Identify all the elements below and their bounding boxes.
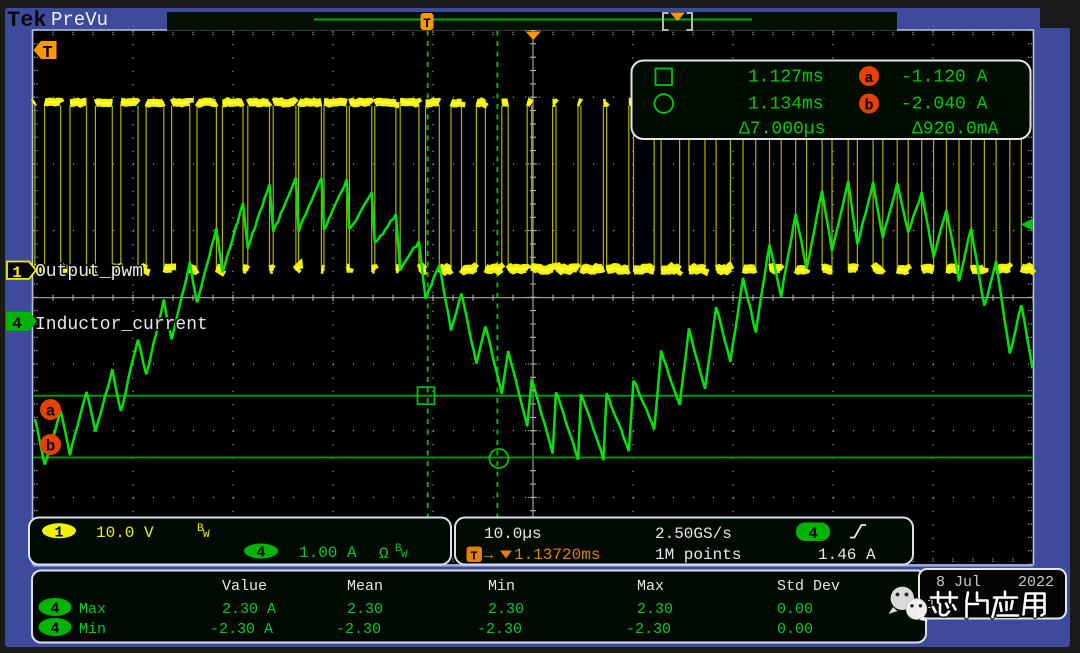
svg-text:Std Dev: Std Dev — [777, 578, 840, 595]
svg-text:Max: Max — [637, 578, 664, 595]
svg-text:1.46 A: 1.46 A — [818, 546, 876, 564]
svg-text:4: 4 — [50, 601, 59, 618]
svg-text:Mean: Mean — [347, 578, 383, 595]
svg-text:4: 4 — [12, 315, 22, 333]
svg-text:0.00: 0.00 — [777, 601, 813, 618]
svg-text:4: 4 — [256, 545, 265, 562]
svg-text:a: a — [46, 403, 56, 421]
svg-text:Output_pwm: Output_pwm — [35, 262, 143, 282]
svg-text:Δ7.000µs: Δ7.000µs — [739, 120, 825, 140]
svg-text:T: T — [470, 550, 477, 564]
svg-text:2.30: 2.30 — [347, 601, 383, 618]
svg-text:-1.120 A: -1.120 A — [901, 68, 988, 88]
svg-text:8 Jul: 8 Jul — [936, 574, 981, 591]
svg-text:1.00 A: 1.00 A — [299, 544, 357, 562]
svg-text:Min: Min — [488, 578, 515, 595]
svg-text:1.134ms: 1.134ms — [748, 95, 824, 115]
svg-text:0.00: 0.00 — [777, 621, 813, 638]
svg-text:1: 1 — [54, 525, 63, 542]
svg-text:→: → — [484, 547, 493, 564]
svg-text:Inductor_current: Inductor_current — [35, 315, 208, 335]
svg-text:1.127ms: 1.127ms — [748, 68, 824, 88]
svg-text:Min: Min — [79, 621, 106, 638]
svg-text:Tek: Tek — [7, 8, 47, 33]
svg-text:2.30 A: 2.30 A — [222, 601, 276, 618]
svg-text:1.13720ms: 1.13720ms — [514, 546, 600, 564]
svg-text:4: 4 — [808, 525, 818, 543]
svg-text:Ω: Ω — [379, 545, 389, 563]
svg-text:W: W — [203, 529, 210, 541]
svg-text:1M points: 1M points — [655, 546, 741, 564]
svg-text:a: a — [864, 70, 873, 87]
svg-text:1: 1 — [12, 264, 22, 282]
svg-text:Max: Max — [79, 601, 106, 618]
svg-text:2.50GS/s: 2.50GS/s — [655, 525, 732, 543]
svg-text:-2.040 A: -2.040 A — [901, 95, 988, 115]
svg-text:W: W — [401, 549, 408, 561]
svg-text:b: b — [46, 438, 56, 456]
svg-text:2.30: 2.30 — [637, 601, 673, 618]
svg-text:2.30: 2.30 — [488, 601, 524, 618]
svg-text:-2.30: -2.30 — [477, 621, 522, 638]
svg-text:b: b — [864, 98, 873, 115]
svg-text:10.0µs: 10.0µs — [484, 525, 542, 543]
svg-text:10.0 V: 10.0 V — [96, 524, 154, 542]
svg-text:-2.30: -2.30 — [336, 621, 381, 638]
svg-text:T: T — [423, 16, 431, 31]
svg-text:PreVu: PreVu — [51, 9, 108, 31]
svg-text:-2.30 A: -2.30 A — [210, 621, 273, 638]
svg-text:Value: Value — [222, 578, 267, 595]
svg-text:2022: 2022 — [1018, 574, 1054, 591]
svg-text:T: T — [42, 44, 52, 63]
svg-text:4: 4 — [50, 621, 59, 638]
svg-text:Δ920.0mA: Δ920.0mA — [912, 120, 999, 140]
svg-text:-2.30: -2.30 — [626, 621, 671, 638]
